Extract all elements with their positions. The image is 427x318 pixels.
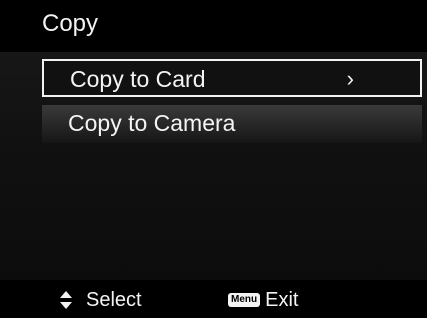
menu-key-icon: Menu <box>228 293 261 307</box>
select-label: Select <box>86 289 142 311</box>
up-down-arrows-icon <box>58 290 74 310</box>
chevron-right-icon: › <box>346 66 354 91</box>
menu-list: Copy to Card › Copy to Camera <box>0 52 427 280</box>
camera-screen: Copy Copy to Card › Copy to Camera Selec… <box>0 0 427 318</box>
menu-item-copy-to-card[interactable]: Copy to Card › <box>42 59 422 97</box>
exit-hint: Menu Exit <box>228 288 298 312</box>
footer-bar: Select Menu Exit <box>0 282 427 318</box>
menu-item-copy-to-camera[interactable]: Copy to Camera <box>42 105 422 143</box>
menu-item-label: Copy to Card <box>70 66 206 92</box>
page-title: Copy <box>42 10 99 37</box>
select-hint: Select <box>58 288 142 312</box>
header-bar: Copy <box>0 0 427 50</box>
exit-label: Exit <box>265 289 299 311</box>
menu-item-label: Copy to Camera <box>68 110 236 136</box>
